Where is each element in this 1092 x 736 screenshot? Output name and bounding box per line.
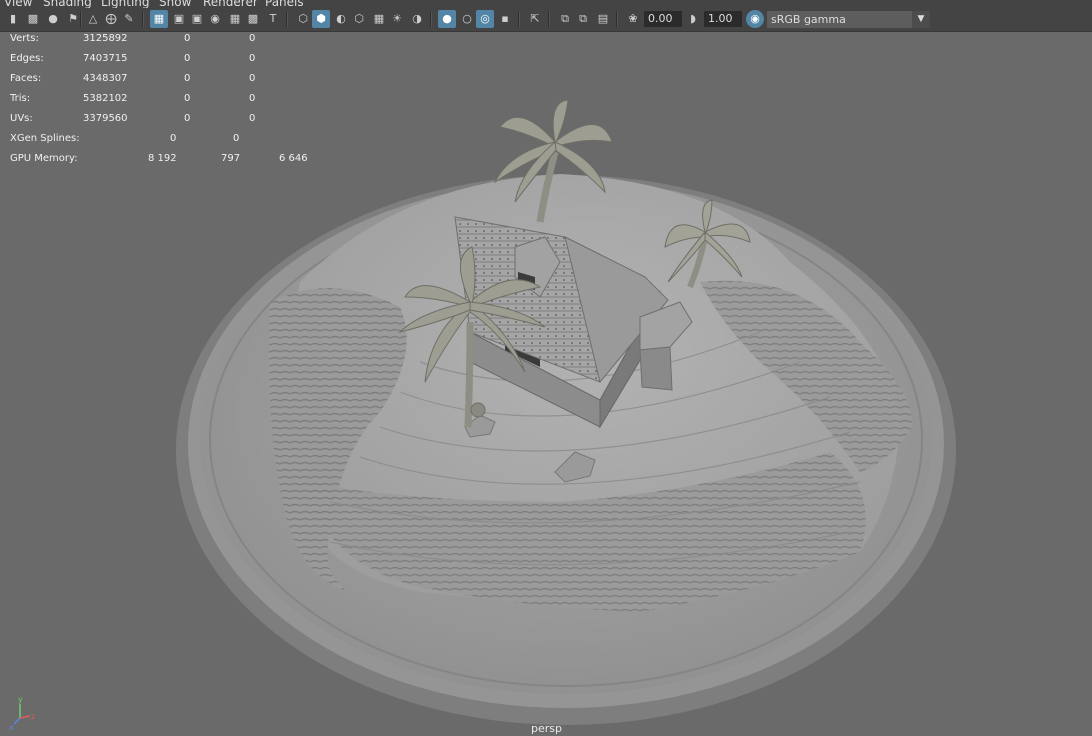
hud-value: 797 [221, 153, 241, 164]
gamma-field[interactable]: 1.00 [704, 11, 742, 27]
2d-pan-zoom-icon[interactable]: ⨁ [104, 12, 118, 26]
select-camera-icon[interactable]: ▮ [6, 12, 20, 26]
hud-value: 0 [184, 33, 191, 44]
motion-blur-icon[interactable]: ○ [460, 12, 474, 26]
resolution-gate-icon[interactable]: ▣ [190, 12, 204, 26]
hud-value: 3125892 [83, 33, 128, 44]
toolbar-separator [430, 12, 432, 27]
bookmark-icon[interactable]: ⚑ [66, 12, 80, 26]
hud-value: 0 [184, 53, 191, 64]
hud-label: Tris: [10, 93, 31, 104]
exposure-icon[interactable]: ❀ [626, 12, 640, 26]
textured-icon[interactable]: ▦ [372, 12, 386, 26]
toolbar-separator [142, 12, 144, 27]
hud-value: 7403715 [83, 53, 128, 64]
color-space-value: sRGB gamma [771, 13, 846, 26]
menu-view[interactable]: View [4, 0, 32, 8]
toolbar-separator [80, 12, 82, 27]
toolbar-separator [518, 12, 520, 27]
lights-icon[interactable]: ☀ [390, 12, 404, 26]
exposure-field[interactable]: 0.00 [644, 11, 682, 27]
wireframe-icon[interactable]: ⬡ [296, 12, 310, 26]
menu-bar: View Shading Lighting Show Renderer Pane… [0, 0, 1092, 8]
smooth-shade-icon[interactable]: ⬢ [312, 10, 330, 28]
scene-render[interactable] [0, 32, 1092, 736]
shadows-icon[interactable]: ◑ [410, 12, 424, 26]
hud-value: 0 [184, 93, 191, 104]
gamma-icon[interactable]: ◗ [686, 12, 700, 26]
color-management-icon[interactable]: ◉ [746, 10, 764, 28]
menu-shading[interactable]: Shading [43, 0, 92, 8]
hud-value: 0 [170, 133, 177, 144]
grid-icon[interactable]: ▦ [150, 10, 168, 28]
xray-joints-icon[interactable]: ⧉ [576, 12, 590, 26]
hud-label: UVs: [10, 113, 33, 124]
default-material-icon[interactable]: ◐ [334, 12, 348, 26]
depth-of-field-icon[interactable]: ▪ [498, 12, 512, 26]
xray-icon[interactable]: ⧉ [558, 12, 572, 26]
lock-camera-icon[interactable]: ▩ [26, 12, 40, 26]
hud-value: 0 [249, 73, 256, 84]
hud-label: Faces: [10, 73, 42, 84]
view-axis-gizmo: y z x [9, 695, 35, 732]
grease-pencil-icon[interactable]: ✎ [122, 12, 136, 26]
hud-value: 5382102 [83, 93, 128, 104]
color-space-dropdown[interactable]: sRGB gamma ▼ [767, 11, 930, 28]
wireframe-on-shaded-icon[interactable]: ⬡ [352, 12, 366, 26]
hud-label: GPU Memory: [10, 153, 78, 164]
isolate-select-icon[interactable]: ⇱ [528, 12, 542, 26]
hud-value: 0 [249, 113, 256, 124]
hud-label: XGen Splines: [10, 133, 80, 144]
field-chart-icon[interactable]: ▦ [228, 12, 242, 26]
hud-value: 4348307 [83, 73, 128, 84]
xray-components-icon[interactable]: ▤ [596, 12, 610, 26]
menu-panels[interactable]: Panels [265, 0, 304, 8]
menu-renderer[interactable]: Renderer [203, 0, 258, 8]
hud-value: 6 646 [279, 153, 308, 164]
hud-value: 0 [184, 73, 191, 84]
axis-label-y: y [18, 695, 23, 704]
hud-value: 0 [249, 93, 256, 104]
viewport-persp[interactable]: Verts: 3125892 0 0 Edges: 7403715 0 0 Fa… [0, 32, 1092, 736]
hud-label: Edges: [10, 53, 44, 64]
multisample-aa-icon[interactable]: ◎ [476, 10, 494, 28]
toolbar-separator [548, 12, 550, 27]
chevron-down-icon[interactable]: ▼ [912, 11, 930, 28]
hud-value: 8 192 [148, 153, 177, 164]
axis-label-z: z [31, 712, 35, 721]
image-plane-icon[interactable]: △ [86, 12, 100, 26]
hud-label: Verts: [10, 33, 39, 44]
gate-mask-icon[interactable]: ◉ [208, 12, 222, 26]
safe-title-icon[interactable]: T [266, 12, 280, 26]
film-gate-icon[interactable]: ▣ [172, 12, 186, 26]
hud-value: 0 [249, 33, 256, 44]
hud-value: 3379560 [83, 113, 128, 124]
axis-label-x: x [9, 723, 14, 732]
menu-lighting[interactable]: Lighting [101, 0, 150, 8]
camera-name-label: persp [531, 722, 562, 735]
toolbar-separator [616, 12, 618, 27]
hud-value: 0 [184, 113, 191, 124]
safe-action-icon[interactable]: ▩ [246, 12, 260, 26]
screen-space-ao-icon[interactable]: ● [438, 10, 456, 28]
camera-attributes-icon[interactable]: ● [46, 12, 60, 26]
menu-show[interactable]: Show [159, 0, 191, 8]
hud-value: 0 [249, 53, 256, 64]
panel-toolbar: ▮ ▩ ● ⚑ △ ⨁ ✎ ▦ ▣ ▣ ◉ ▦ ▩ T ⬡ ⬢ ◐ ⬡ ▦ ☀ … [0, 8, 1092, 32]
toolbar-separator [286, 12, 288, 27]
hud-value: 0 [233, 133, 240, 144]
